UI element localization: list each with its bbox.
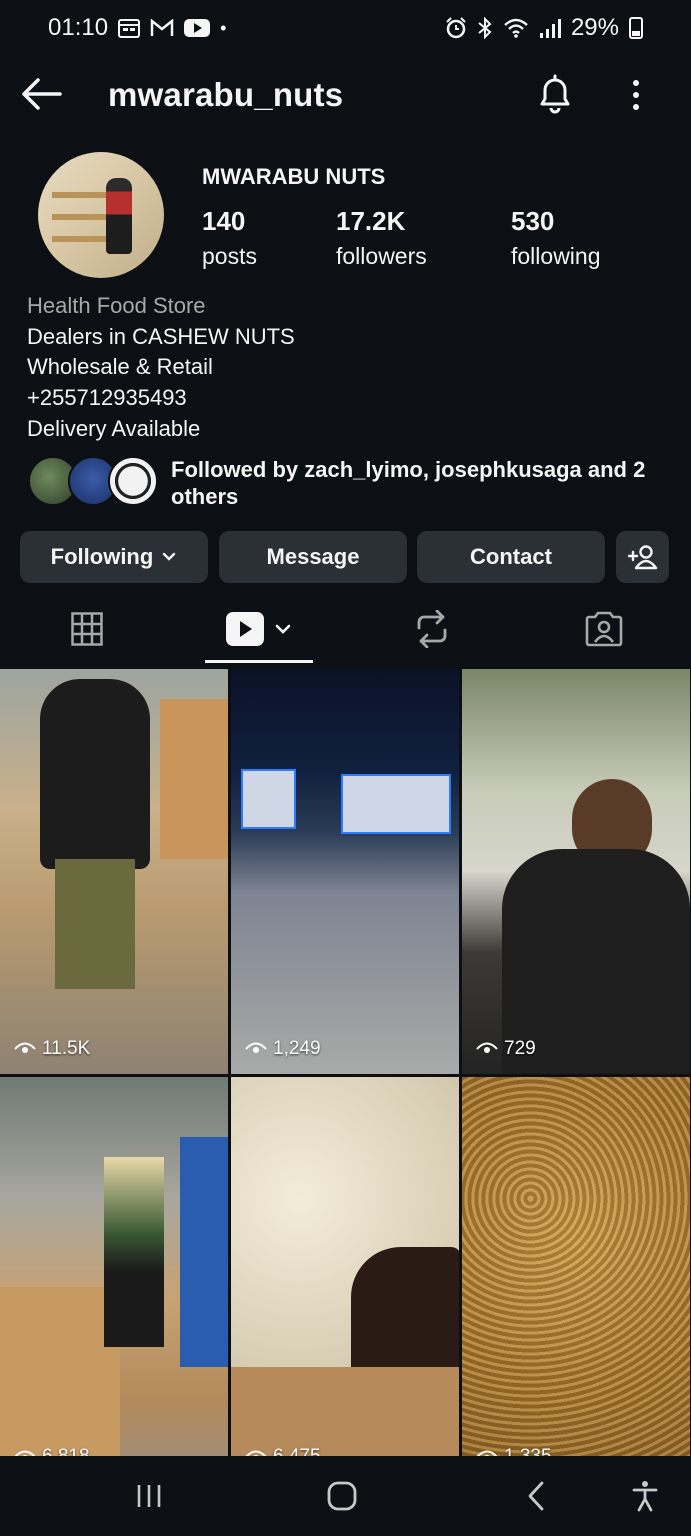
profile-header: mwarabu_nuts [0,64,691,126]
followed-by-text[interactable]: Followed by zach_lyimo, josephkusaga and… [171,456,671,510]
back-button[interactable] [511,1476,561,1516]
recent-apps-icon [137,1485,161,1507]
view-count-value: 6,818 [42,1446,90,1456]
following-stat[interactable]: 530 following [511,206,601,270]
posts-stat[interactable]: 140 posts [202,206,257,270]
add-user-button[interactable] [616,531,669,583]
profile-tabs [0,596,691,664]
view-count: 6,818 [14,1446,90,1456]
eye-icon [476,1042,498,1053]
tab-tagged[interactable] [549,596,659,662]
eye-icon [245,1042,267,1053]
reel-tile[interactable]: 1,335 [462,1077,690,1456]
add-user-icon [627,545,657,570]
active-tab-indicator [205,660,313,663]
tab-reposts[interactable] [377,596,487,662]
view-count-value: 11.5K [42,1038,91,1059]
posts-count: 140 [202,206,246,236]
battery-icon [629,17,643,39]
view-count-value: 1,249 [273,1038,321,1059]
reel-tile[interactable]: 6,818 [0,1077,228,1456]
contact-button-label: Contact [470,544,552,569]
followers-label: followers [336,243,427,269]
home-button[interactable] [317,1476,367,1516]
wifi-icon [504,18,528,38]
battery-percent: 29% [570,14,619,41]
gmail-icon [150,19,174,36]
view-count: 11.5K [14,1038,90,1060]
recent-apps-button[interactable] [124,1476,174,1516]
home-icon [327,1481,357,1511]
tab-grid[interactable] [32,596,142,662]
youtube-icon [184,19,211,37]
view-count: 1,249 [245,1038,321,1060]
bio: Health Food Store Dealers in CASHEW NUTS… [27,291,295,445]
tab-reels[interactable] [205,596,313,662]
calendar-icon [118,19,141,38]
more-options-icon[interactable] [624,78,648,112]
bio-line: Dealers in CASHEW NUTS [27,323,295,349]
chevron-down-icon [163,552,176,561]
reel-tile[interactable]: 6,475 [231,1077,459,1456]
mutual-followers-avatars[interactable] [28,456,158,508]
dot-icon: • [220,17,227,38]
view-count-value: 729 [504,1038,536,1059]
category-label: Health Food Store [27,293,206,318]
status-bar: 01:10 • 29% [0,0,691,56]
accessibility-button[interactable] [620,1476,670,1516]
message-button[interactable]: Message [219,531,407,583]
accessibility-icon [632,1481,658,1512]
view-count: 729 [476,1038,536,1060]
following-button[interactable]: Following [20,531,208,583]
followers-count: 17.2K [336,206,406,236]
back-chevron-icon [528,1481,544,1511]
reel-tile[interactable]: 11.5K [0,669,228,1074]
bio-line: Delivery Available [27,415,201,441]
reels-grid: 11.5K 1,249 729 6,818 6,475 [0,669,691,1456]
avatar[interactable] [38,152,164,278]
contact-button[interactable]: Contact [417,531,605,583]
repost-icon [417,610,447,648]
display-name: MWARABU NUTS [202,164,386,189]
chevron-down-icon [275,624,291,634]
bell-icon[interactable] [536,74,574,114]
view-count: 6,475 [245,1446,321,1456]
followers-stat[interactable]: 17.2K followers [336,206,427,270]
alarm-icon [446,17,466,39]
clock: 01:10 [48,14,109,41]
posts-label: posts [202,243,257,269]
view-count-value: 1,335 [504,1446,552,1456]
following-button-label: Following [50,544,154,569]
eye-icon [14,1042,36,1053]
grid-icon [71,612,103,646]
tagged-icon [585,611,623,647]
bluetooth-icon [478,17,492,39]
following-label: following [511,243,601,269]
system-nav-bar [0,1456,691,1536]
view-count: 1,335 [476,1446,552,1456]
message-button-label: Message [266,544,360,569]
signal-icon [539,19,561,38]
reels-icon [226,612,264,646]
view-count-value: 6,475 [273,1446,321,1456]
following-count: 530 [511,206,555,236]
reel-tile[interactable]: 729 [462,669,690,1074]
reel-tile[interactable]: 1,249 [231,669,459,1074]
back-arrow-icon[interactable] [20,76,62,112]
page-title: mwarabu_nuts [108,76,344,113]
bio-line: Wholesale & Retail [27,354,213,380]
bio-line: +255712935493 [27,385,187,411]
